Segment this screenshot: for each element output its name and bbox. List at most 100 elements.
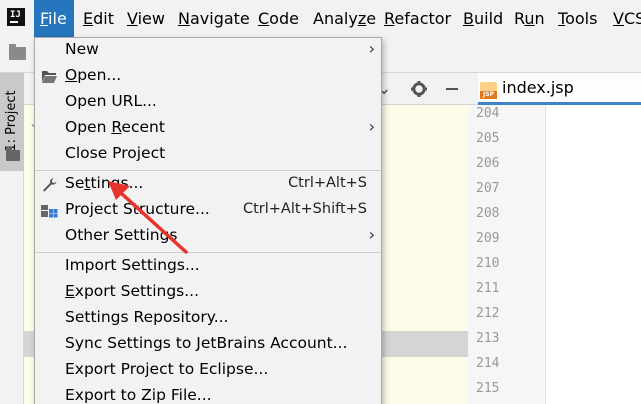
ide-window: IJ File Edit View Navigate Code Analyze … (0, 0, 641, 404)
file-menu-other-settings[interactable]: Other Settings › (35, 224, 381, 250)
menu-refactor-mnemonic: R (384, 9, 395, 28)
menu-code-mnemonic: C (258, 9, 270, 28)
menu-separator (35, 170, 381, 171)
menu-build[interactable]: Build (463, 0, 503, 37)
file-menu-new-label: New (65, 40, 99, 58)
file-menu-open[interactable]: Open... (35, 64, 381, 90)
menu-edit-rest: dit (93, 9, 114, 28)
menu-refactor[interactable]: Refactor (384, 0, 451, 37)
file-menu-sync-settings-label: Sync Settings to JetBrains Account... (65, 334, 348, 352)
menu-vcs-rest: CS (623, 9, 641, 28)
line-number: 212 (476, 306, 500, 321)
file-menu-export-settings-label: Export Settings... (65, 282, 199, 300)
left-tool-strip: 1: Project (0, 73, 24, 404)
menu-analyze[interactable]: Analyze (313, 0, 376, 37)
line-number: 210 (476, 256, 500, 271)
menu-tools-rest: ools (565, 9, 598, 28)
menu-tools-mnemonic: T (558, 9, 566, 28)
line-number: 213 (476, 331, 500, 346)
project-tool-tab[interactable]: 1: Project (0, 73, 24, 171)
file-menu-close-project[interactable]: Close Project (35, 142, 381, 168)
menu-tools[interactable]: Tools (558, 0, 597, 37)
menu-file-rest: ile (48, 9, 67, 28)
menu-view-mnemonic: V (127, 9, 138, 28)
folder-icon (6, 147, 20, 161)
file-menu-export-settings[interactable]: Export Settings... (35, 280, 381, 306)
file-menu-open-url-label: Open URL... (65, 92, 157, 110)
file-menu-import-settings-label: Import Settings... (65, 256, 200, 274)
file-menu-other-settings-label: Other Settings (65, 226, 178, 244)
file-menu-open-recent-rest: ecent (121, 118, 165, 136)
menu-build-rest: uild (473, 9, 504, 28)
line-number: 205 (476, 131, 500, 146)
file-menu-open-mnemonic: O (65, 66, 78, 84)
file-menu-settings-shortcut: Ctrl+Alt+S (288, 175, 367, 191)
project-folder-icon[interactable] (9, 44, 26, 60)
intellij-app-icon: IJ (5, 6, 27, 28)
file-menu-project-structure-shortcut: Ctrl+Alt+Shift+S (242, 201, 367, 217)
file-menu-import-settings[interactable]: Import Settings... (35, 254, 381, 280)
file-menu-project-structure[interactable]: Project Structure... Ctrl+Alt+Shift+S (35, 198, 381, 224)
menu-analyze-mnemonic: z (357, 9, 367, 28)
file-menu-export-settings-rest: xport Settings... (74, 282, 200, 300)
menu-code-rest: ode (269, 9, 299, 28)
file-menu-open-recent-label: Open Recent (65, 118, 165, 136)
jsp-file-icon-text: JSP (480, 91, 497, 99)
file-menu-export-eclipse[interactable]: Export Project to Eclipse... (35, 358, 381, 384)
file-menu-sync-settings[interactable]: Sync Settings to JetBrains Account... (35, 332, 381, 358)
line-number: 204 (476, 106, 500, 121)
menu-run-mnemonic: u (524, 9, 535, 28)
file-menu-settings-repository-label: Settings Repository... (65, 308, 229, 326)
file-menu-open-recent-mnemonic: R (111, 118, 122, 136)
file-menu-open-rest: pen... (77, 66, 122, 84)
file-menu-settings-pre: Se (65, 174, 85, 192)
code-editor[interactable] (546, 105, 641, 404)
editor-tab-bar: JSP index.jsp (468, 73, 641, 105)
file-menu-open-recent-pre: Open (65, 118, 112, 136)
menu-view-rest: iew (137, 9, 165, 28)
wrench-icon (43, 178, 57, 192)
chevron-right-icon: › (368, 225, 375, 244)
project-structure-icon (41, 205, 58, 218)
minimize-icon[interactable] (440, 77, 464, 101)
line-number: 207 (476, 181, 500, 196)
file-menu-dropdown: New › Open... Open URL... Open Recent › … (34, 37, 382, 404)
file-menu-export-settings-mnemonic: E (65, 282, 75, 300)
chevron-right-icon: › (368, 117, 375, 136)
file-menu-settings[interactable]: Settings... Ctrl+Alt+S (35, 172, 381, 198)
menu-navigate-rest: avigate (189, 9, 250, 28)
file-menu-settings-label: Settings... (65, 174, 143, 192)
project-tool-tab-label: 1: Project (4, 90, 19, 152)
file-menu-settings-rest: tings... (90, 174, 144, 192)
line-number: 215 (476, 381, 500, 396)
gear-icon[interactable] (407, 77, 431, 101)
menu-file[interactable]: File (34, 0, 74, 37)
file-menu-export-zip[interactable]: Export to Zip File... (35, 384, 381, 404)
menu-code[interactable]: Code (258, 0, 299, 37)
menu-vcs[interactable]: VCS (613, 0, 641, 37)
editor-gutter: 204 205 206 207 208 209 210 211 212 213 214 215 (468, 105, 546, 404)
menu-separator (35, 252, 381, 253)
folder-open-icon (42, 71, 57, 83)
file-menu-new[interactable]: New › (35, 38, 381, 64)
menu-build-mnemonic: B (463, 9, 474, 28)
editor-tab-label: index.jsp (502, 78, 574, 97)
file-menu-open-url[interactable]: Open URL... (35, 90, 381, 116)
menu-run[interactable]: Run (514, 0, 545, 37)
menu-edit[interactable]: Edit (83, 0, 114, 37)
menu-analyze-rest: e (366, 9, 377, 28)
menu-edit-mnemonic: E (83, 9, 94, 28)
file-menu-close-project-label: Close Project (65, 144, 166, 162)
menu-navigate[interactable]: Navigate (178, 0, 250, 37)
line-number: 208 (476, 206, 500, 221)
editor-tab-index-jsp[interactable]: JSP index.jsp (478, 73, 641, 105)
line-number: 206 (476, 156, 500, 171)
file-menu-export-zip-label: Export to Zip File... (65, 386, 212, 404)
file-menu-project-structure-label: Project Structure... (65, 200, 210, 218)
file-menu-export-eclipse-label: Export Project to Eclipse... (65, 360, 269, 378)
file-menu-open-recent[interactable]: Open Recent › (35, 116, 381, 142)
menu-view[interactable]: View (127, 0, 165, 37)
line-number: 209 (476, 231, 500, 246)
file-menu-settings-repository[interactable]: Settings Repository... (35, 306, 381, 332)
menu-run-rest: n (534, 9, 545, 28)
